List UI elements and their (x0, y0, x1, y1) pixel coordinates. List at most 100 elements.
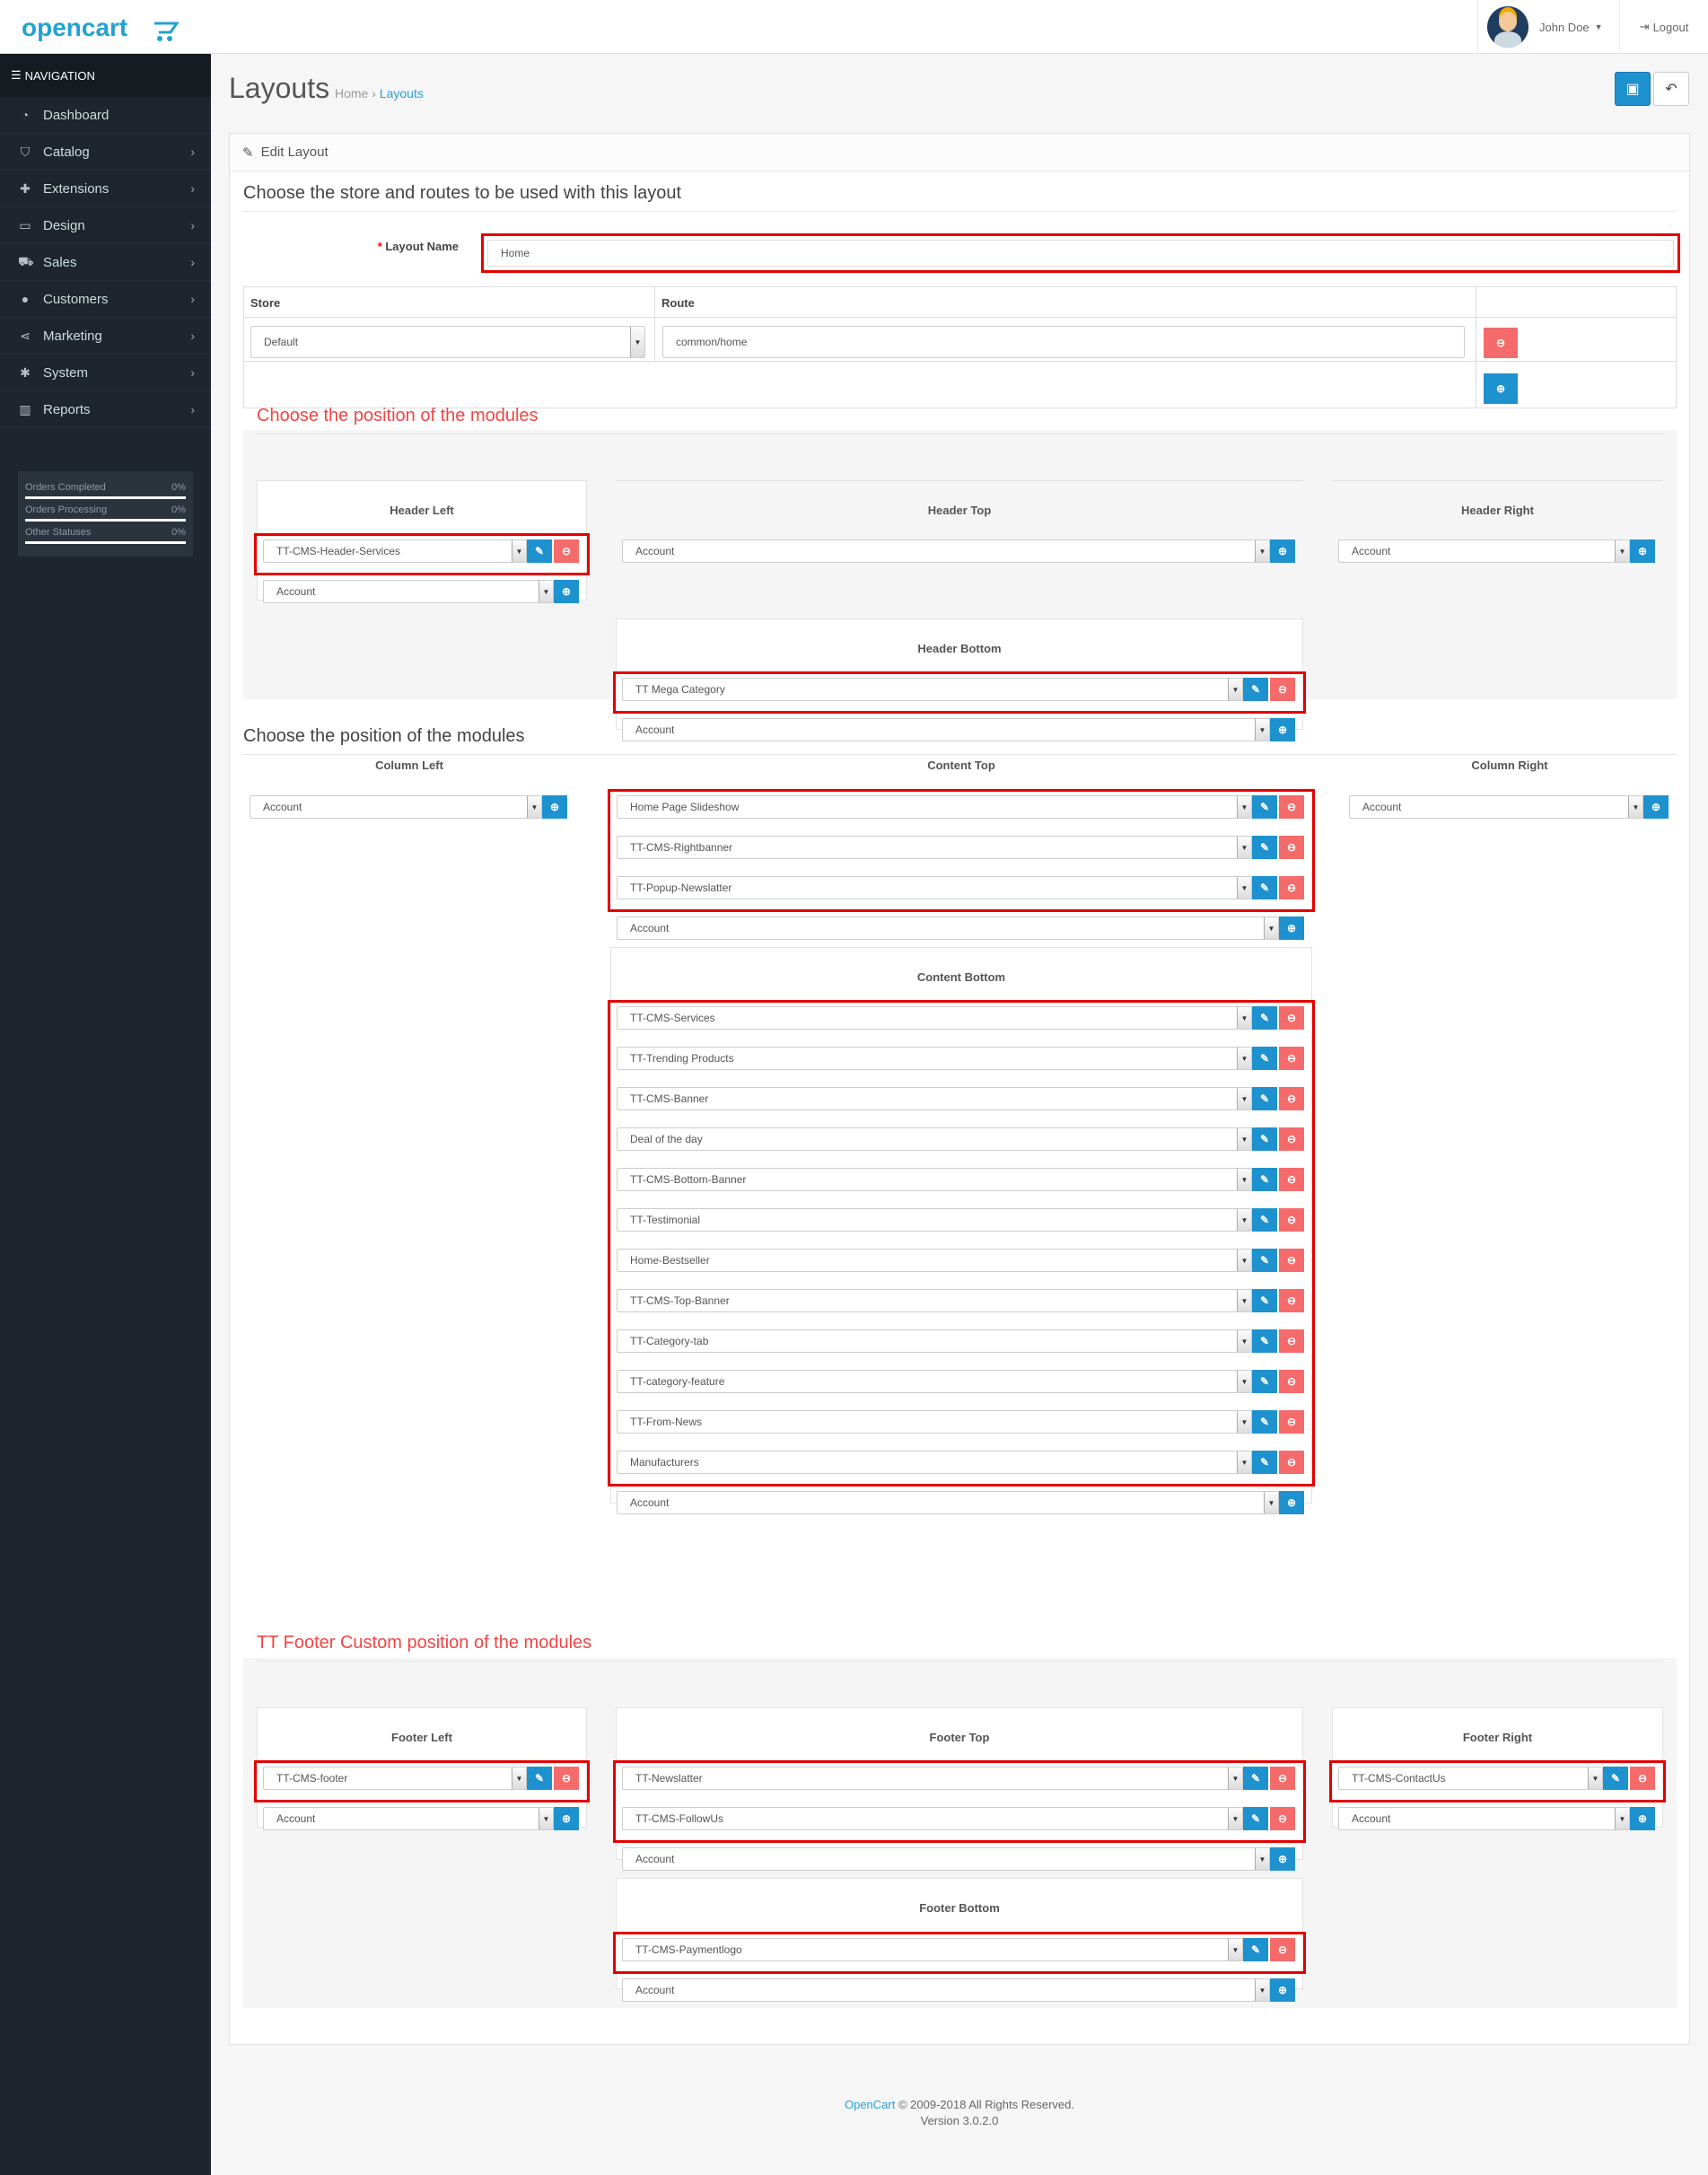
edit-module-button[interactable]: ✎ (1252, 1370, 1277, 1393)
module-select[interactable]: TT-CMS-Rightbanner ▼ (617, 836, 1252, 859)
module-select[interactable]: TT-Testimonial ▼ (617, 1208, 1252, 1232)
edit-module-button[interactable]: ✎ (1603, 1767, 1628, 1790)
remove-module-button[interactable]: ⊖ (1279, 1410, 1304, 1434)
route-input[interactable]: common/home (662, 326, 1465, 358)
add-module-button[interactable]: ⊕ (1630, 539, 1655, 563)
remove-module-button[interactable]: ⊖ (1279, 1006, 1304, 1030)
module-select[interactable]: TT-From-News ▼ (617, 1410, 1252, 1434)
save-button[interactable]: ▣ (1615, 72, 1651, 106)
remove-module-button[interactable]: ⊖ (1270, 678, 1295, 701)
module-select[interactable]: TT-CMS-Banner ▼ (617, 1087, 1252, 1110)
nav-item-marketing[interactable]: ⋖ Marketing › (0, 318, 211, 355)
module-select[interactable]: TT-CMS-Bottom-Banner ▼ (617, 1168, 1252, 1191)
module-select[interactable]: Home-Bestseller ▼ (617, 1249, 1252, 1272)
remove-module-button[interactable]: ⊖ (1279, 1249, 1304, 1272)
remove-module-button[interactable]: ⊖ (1279, 1329, 1304, 1353)
add-module-select[interactable]: Account ▼ (622, 539, 1270, 563)
module-select[interactable]: TT-CMS-Services ▼ (617, 1006, 1252, 1030)
remove-module-button[interactable]: ⊖ (1279, 876, 1304, 899)
edit-module-button[interactable]: ✎ (1252, 795, 1277, 819)
remove-module-button[interactable]: ⊖ (1279, 1087, 1304, 1110)
logout-link[interactable]: ⇥ Logout (1619, 0, 1708, 54)
edit-module-button[interactable]: ✎ (1252, 1410, 1277, 1434)
remove-module-button[interactable]: ⊖ (1279, 1289, 1304, 1312)
edit-module-button[interactable]: ✎ (1252, 836, 1277, 859)
remove-route-button[interactable]: ⊖ (1484, 328, 1518, 358)
remove-module-button[interactable]: ⊖ (1279, 1451, 1304, 1474)
edit-module-button[interactable]: ✎ (1252, 876, 1277, 899)
edit-module-button[interactable]: ✎ (1252, 1329, 1277, 1353)
nav-item-customers[interactable]: ● Customers › (0, 281, 211, 318)
add-module-button[interactable]: ⊕ (554, 580, 579, 603)
module-select[interactable]: TT Mega Category ▼ (622, 678, 1243, 701)
nav-item-design[interactable]: ▭ Design › (0, 207, 211, 244)
edit-module-button[interactable]: ✎ (1243, 678, 1268, 701)
module-select[interactable]: TT-Trending Products ▼ (617, 1047, 1252, 1070)
edit-module-button[interactable]: ✎ (1252, 1127, 1277, 1151)
nav-item-dashboard[interactable]: ◔ Dashboard (0, 97, 211, 134)
add-module-select[interactable]: Account ▼ (1338, 539, 1630, 563)
add-module-button[interactable]: ⊕ (1270, 1978, 1295, 2002)
remove-module-button[interactable]: ⊖ (1279, 1168, 1304, 1191)
edit-module-button[interactable]: ✎ (527, 1767, 552, 1790)
remove-module-button[interactable]: ⊖ (554, 1767, 579, 1790)
edit-module-button[interactable]: ✎ (1252, 1047, 1277, 1070)
edit-module-button[interactable]: ✎ (1252, 1451, 1277, 1474)
add-module-select[interactable]: Account ▼ (617, 916, 1279, 940)
remove-module-button[interactable]: ⊖ (1270, 1767, 1295, 1790)
add-module-select[interactable]: Account ▼ (622, 1978, 1270, 2002)
edit-module-button[interactable]: ✎ (1252, 1006, 1277, 1030)
edit-module-button[interactable]: ✎ (1252, 1289, 1277, 1312)
nav-item-extensions[interactable]: ✚ Extensions › (0, 171, 211, 207)
module-select[interactable]: TT-category-feature ▼ (617, 1370, 1252, 1393)
add-module-select[interactable]: Account ▼ (1338, 1807, 1630, 1830)
module-select[interactable]: TT-Newslatter ▼ (622, 1767, 1243, 1790)
edit-module-button[interactable]: ✎ (1252, 1208, 1277, 1232)
remove-module-button[interactable]: ⊖ (1279, 795, 1304, 819)
add-route-button[interactable]: ⊕ (1484, 373, 1518, 404)
nav-item-system[interactable]: ✱ System › (0, 355, 211, 391)
opencart-logo[interactable]: opencart (20, 11, 199, 47)
edit-module-button[interactable]: ✎ (527, 539, 552, 563)
module-select[interactable]: TT-CMS-Top-Banner ▼ (617, 1289, 1252, 1312)
store-select[interactable]: Default ▼ (250, 326, 645, 358)
opencart-link[interactable]: OpenCart (845, 2098, 895, 2111)
nav-item-catalog[interactable]: ⛉ Catalog › (0, 134, 211, 171)
remove-module-button[interactable]: ⊖ (1279, 836, 1304, 859)
add-module-button[interactable]: ⊕ (1270, 1847, 1295, 1871)
remove-module-button[interactable]: ⊖ (1279, 1208, 1304, 1232)
add-module-select[interactable]: Account ▼ (263, 580, 554, 603)
add-module-button[interactable]: ⊕ (1643, 795, 1669, 819)
user-menu[interactable]: John Doe ▼ (1477, 0, 1614, 54)
module-select[interactable]: TT-CMS-Paymentlogo ▼ (622, 1938, 1243, 1961)
add-module-button[interactable]: ⊕ (1270, 539, 1295, 563)
add-module-button[interactable]: ⊕ (1279, 916, 1304, 940)
remove-module-button[interactable]: ⊖ (1270, 1807, 1295, 1830)
module-select[interactable]: Home Page Slideshow ▼ (617, 795, 1252, 819)
add-module-button[interactable]: ⊕ (1279, 1491, 1304, 1514)
remove-module-button[interactable]: ⊖ (1630, 1767, 1655, 1790)
remove-module-button[interactable]: ⊖ (554, 539, 579, 563)
remove-module-button[interactable]: ⊖ (1279, 1047, 1304, 1070)
nav-heading[interactable]: ☰ NAVIGATION (0, 54, 211, 97)
edit-module-button[interactable]: ✎ (1243, 1767, 1268, 1790)
module-select[interactable]: TT-Category-tab ▼ (617, 1329, 1252, 1353)
module-select[interactable]: TT-CMS-footer ▼ (263, 1767, 527, 1790)
add-module-select[interactable]: Account ▼ (622, 1847, 1270, 1871)
breadcrumb-home[interactable]: Home (335, 86, 368, 101)
nav-item-reports[interactable]: ▥ Reports › (0, 391, 211, 428)
edit-module-button[interactable]: ✎ (1243, 1938, 1268, 1961)
nav-item-sales[interactable]: ⛟ Sales › (0, 244, 211, 281)
module-select[interactable]: TT-CMS-FollowUs ▼ (622, 1807, 1243, 1830)
edit-module-button[interactable]: ✎ (1243, 1807, 1268, 1830)
add-module-select[interactable]: Account ▼ (1349, 795, 1643, 819)
add-module-button[interactable]: ⊕ (1630, 1807, 1655, 1830)
edit-module-button[interactable]: ✎ (1252, 1087, 1277, 1110)
add-module-button[interactable]: ⊕ (542, 795, 567, 819)
module-select[interactable]: TT-Popup-Newslatter ▼ (617, 876, 1252, 899)
add-module-select[interactable]: Account ▼ (617, 1491, 1279, 1514)
edit-module-button[interactable]: ✎ (1252, 1249, 1277, 1272)
module-select[interactable]: TT-CMS-Header-Services ▼ (263, 539, 527, 563)
breadcrumb-layouts[interactable]: Layouts (380, 86, 424, 101)
module-select[interactable]: TT-CMS-ContactUs ▼ (1338, 1767, 1603, 1790)
